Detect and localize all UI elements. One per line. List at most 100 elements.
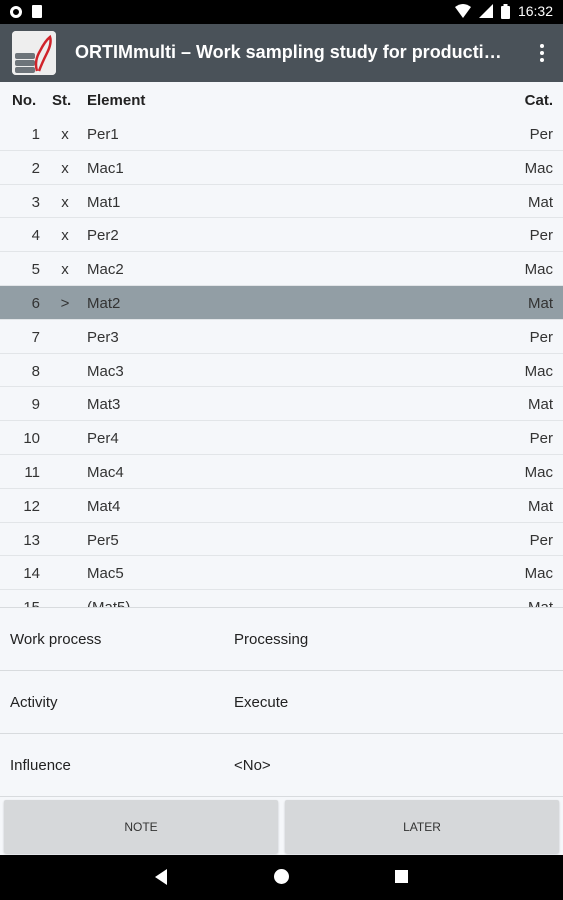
row-element: Mac3 [87,362,124,380]
row-number: 11 [24,463,40,481]
row-element: Mat3 [87,396,121,414]
recent-apps-icon[interactable] [395,870,408,883]
row-element: Per3 [87,328,119,346]
sd-card-icon [32,5,42,18]
overflow-menu-icon[interactable] [535,41,549,65]
list-item[interactable]: 7 Per3 Per [0,320,563,354]
row-element: Mac1 [87,159,124,177]
row-category: Per [529,531,553,549]
list-item[interactable]: 5 x Mac2 Mac [0,252,563,286]
row-category: Per [529,328,553,346]
work-process-value[interactable]: Processing [234,631,308,648]
back-icon[interactable] [155,869,167,885]
row-status: x [61,126,69,143]
list-item[interactable]: 8 Mac3 Mac [0,354,563,388]
work-process-field[interactable]: Work process Processing [0,608,563,671]
influence-value[interactable]: <No> [234,757,271,774]
influence-field[interactable]: Influence <No> [0,734,563,797]
activity-value[interactable]: Execute [234,694,288,711]
button-bar: NOTE LATER [0,797,563,855]
notification-circle-icon [10,5,22,18]
list-item[interactable]: 14 Mac5 Mac [0,556,563,591]
row-status: > [60,294,70,312]
row-number: 13 [23,531,40,549]
row-status: x [61,227,69,245]
row-category: Per [529,126,553,143]
header-status: St. [52,92,72,109]
row-element: Per4 [87,430,119,448]
ortim-logo-icon [12,31,56,75]
main-content: No. St. Element Cat. 1 x Per1 Per 2 x Mac1 Mac 3… [0,82,563,855]
row-category: Mac [524,565,553,583]
row-category: Per [529,430,553,448]
list-item[interactable]: 4 x Per2 Per [0,218,563,253]
row-number: 4 [31,227,40,245]
row-category: Mat [527,497,553,515]
activity-field[interactable]: Activity Execute [0,671,563,734]
row-number: 7 [31,328,40,346]
row-category: Per [529,227,553,245]
app-title: ORTIMmulti – Work sampling study for pro… [75,42,502,62]
element-list[interactable]: 1 x Per1 Per 2 x Mac1 Mac 3 x Mat1 Mat 4 x Per2 Per 5 x Ma… [0,117,563,607]
row-number: 10 [23,430,40,448]
status-bar: 16:32 [0,0,563,24]
row-category: Mat [527,396,553,414]
row-element: Per2 [87,227,119,245]
home-icon[interactable] [274,869,289,884]
row-number: 12 [23,497,40,515]
row-element: Mac2 [87,261,124,279]
row-number: 15 [0,599,40,607]
list-item[interactable]: 9 Mat3 Mat [0,387,563,422]
header-element: Element [87,92,146,109]
list-item[interactable]: 15 (Mat5) Mat [0,590,563,607]
list-item[interactable]: 6 > Mat2 Mat [0,285,563,320]
row-element: Mac5 [87,565,124,583]
row-category: Mat [527,294,553,312]
row-category: Mat [528,599,553,607]
list-item[interactable]: 3 x Mat1 Mat [0,185,563,219]
signal-icon [478,4,493,18]
row-category: Mac [524,261,553,279]
row-number: 1 [31,126,40,143]
note-button[interactable]: NOTE [4,800,278,853]
header-category: Cat. [524,92,553,109]
header-no: No. [12,92,37,109]
list-item[interactable]: 10 Per4 Per [0,421,563,455]
list-item[interactable]: 12 Mat4 Mat [0,489,563,523]
row-element: (Mat5) [87,599,130,607]
list-item[interactable]: 13 Per5 Per [0,523,563,557]
app-bar: ORTIMmulti – Work sampling study for pro… [0,24,563,82]
row-number: 8 [31,362,40,380]
row-number: 9 [31,396,40,414]
row-element: Per5 [87,531,119,549]
row-category: Mac [524,159,553,177]
activity-label: Activity [10,694,58,711]
list-item[interactable]: 2 x Mac1 Mac [0,151,563,185]
navigation-bar [0,855,563,900]
row-number: 2 [31,159,40,177]
row-status: x [61,159,69,177]
row-element: Per1 [87,126,119,143]
row-status: x [61,193,69,211]
list-item[interactable]: 1 x Per1 Per [0,117,563,151]
row-element: Mat2 [87,294,121,312]
influence-label: Influence [10,757,71,774]
row-category: Mat [527,193,553,211]
row-category: Mac [524,362,553,380]
later-button[interactable]: LATER [285,800,559,853]
wifi-icon [454,4,471,18]
row-element: Mat4 [87,497,121,515]
row-number: 3 [31,193,40,211]
battery-icon [500,3,510,19]
fields-panel: Work process Processing Activity Execute… [0,607,563,797]
work-process-label: Work process [10,631,102,648]
row-element: Mat1 [87,193,121,211]
row-number: 6 [31,294,40,312]
row-number: 5 [31,261,40,279]
row-number: 14 [23,565,40,583]
list-header: No. St. Element Cat. [0,82,563,117]
row-element: Mac4 [87,463,124,481]
row-status: x [61,261,69,279]
list-item[interactable]: 11 Mac4 Mac [0,455,563,489]
clock-time: 16:32 [517,3,553,19]
